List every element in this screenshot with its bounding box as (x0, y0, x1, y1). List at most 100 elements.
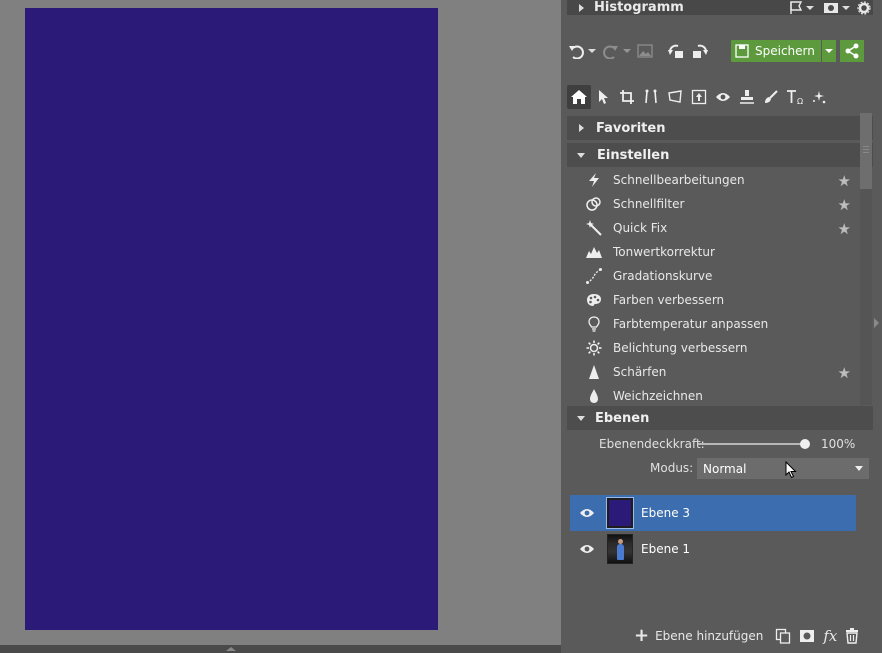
rotate-right-icon[interactable] (691, 43, 709, 59)
tool-bar: Ω (567, 84, 873, 110)
triangle-icon (584, 364, 604, 380)
adjust-item[interactable]: Quick Fix ★ (567, 216, 859, 240)
star-icon[interactable]: ★ (838, 364, 851, 382)
stamp-icon (740, 90, 754, 104)
home-tool[interactable] (567, 85, 591, 109)
save-button[interactable]: Speichern (731, 40, 821, 62)
sun-icon (584, 340, 604, 356)
adjust-item-label: Quick Fix (613, 221, 668, 235)
adjust-list: Schnellbearbeitungen ★ Schnellfilter ★ Quick… (567, 168, 859, 408)
star-icon[interactable]: ★ (838, 220, 851, 238)
save-dropdown-button[interactable] (821, 40, 836, 62)
resize-icon (691, 89, 707, 105)
adjust-item-label: Schnellbearbeitungen (613, 173, 745, 187)
layer-row-ebene-1[interactable]: Ebene 1 (570, 531, 856, 567)
share-button[interactable] (839, 40, 864, 62)
layer-thumbnail[interactable] (607, 534, 633, 564)
opacity-label: Ebenendeckkraft: (599, 437, 705, 451)
edit-toolbar: Speichern (567, 36, 873, 66)
opacity-value: 100% (821, 437, 856, 451)
chevron-down-icon (824, 49, 833, 53)
brush-tool[interactable] (759, 85, 783, 109)
plus-icon[interactable]: + (634, 627, 649, 645)
brush-icon (765, 90, 778, 103)
add-layer-button[interactable]: Ebene hinzufügen (655, 629, 763, 643)
slider-knob[interactable] (800, 439, 810, 449)
duplicate-layer-icon[interactable] (775, 628, 791, 644)
star-icon[interactable]: ★ (838, 172, 851, 190)
collapse-arrow-icon[interactable] (226, 647, 236, 651)
layers-panel: Ebenendeckkraft: 100% Modus: Normal Eben… (561, 429, 882, 653)
star-icon[interactable]: ★ (838, 196, 851, 214)
palette-icon (584, 293, 604, 307)
adjust-item[interactable]: Farben verbessern (567, 288, 859, 312)
perspective-tool[interactable] (663, 85, 687, 109)
adjust-scrollbar[interactable] (860, 113, 872, 405)
adjust-item-label: Belichtung verbessern (613, 341, 748, 355)
eye-icon[interactable] (579, 543, 595, 555)
perspective-icon (668, 90, 682, 103)
histogram-title: Histogramm (594, 0, 684, 15)
adjust-item[interactable]: Farbtemperatur anpassen (567, 312, 859, 336)
pointer-icon (599, 90, 608, 104)
adjust-item[interactable]: Belichtung verbessern (567, 336, 859, 360)
adjust-item[interactable]: Schnellbearbeitungen ★ (567, 168, 859, 192)
trash-icon[interactable] (845, 628, 859, 644)
text-icon: Ω (787, 90, 803, 105)
effects-tool[interactable] (807, 85, 831, 109)
floppy-icon (735, 44, 749, 58)
chevron-down-icon[interactable] (588, 49, 596, 53)
image-icon[interactable] (637, 44, 653, 58)
bulb-icon (584, 316, 604, 332)
favorites-header[interactable]: Favoriten (567, 116, 873, 140)
share-icon (845, 43, 859, 59)
straighten-tool[interactable] (639, 85, 663, 109)
redo-button[interactable] (602, 43, 631, 59)
histogram-header[interactable]: Histogramm (567, 0, 873, 15)
drop-icon (584, 388, 604, 404)
chevron-down-icon[interactable] (806, 5, 814, 10)
chevron-down-icon (855, 466, 863, 471)
layers-header[interactable]: Ebenen (567, 406, 873, 430)
layer-name: Ebene 1 (641, 542, 691, 556)
flag-icon[interactable] (789, 1, 803, 14)
camera-icon[interactable] (823, 2, 839, 14)
layer-mask-icon[interactable] (799, 629, 815, 643)
rotate-left-icon[interactable] (667, 43, 685, 59)
adjust-item[interactable]: Gradationskurve (567, 264, 859, 288)
text-tool[interactable]: Ω (783, 85, 807, 109)
fx-icon[interactable]: fx (823, 627, 837, 645)
stamp-tool[interactable] (735, 85, 759, 109)
chevron-down-icon[interactable] (842, 5, 850, 10)
bottom-strip (0, 645, 561, 653)
undo-button[interactable] (567, 43, 596, 59)
pointer-tool[interactable] (591, 85, 615, 109)
scrollbar-thumb[interactable] (860, 113, 872, 189)
adjust-item[interactable]: Schnellfilter ★ (567, 192, 859, 216)
eye-icon[interactable] (579, 507, 595, 519)
adjust-header[interactable]: Einstellen (567, 143, 873, 167)
adjust-item-label: Farben verbessern (613, 293, 725, 307)
resize-tool[interactable] (687, 85, 711, 109)
crop-tool[interactable] (615, 85, 639, 109)
adjust-item[interactable]: Tonwertkorrektur (567, 240, 859, 264)
expand-panel-arrow-icon[interactable] (874, 318, 879, 328)
canvas-area[interactable] (0, 0, 561, 653)
adjust-item[interactable]: Schärfen ★ (567, 360, 859, 384)
red-eye-tool[interactable] (711, 85, 735, 109)
canvas-image[interactable] (25, 8, 438, 630)
adjust-item-label: Schnellfilter (613, 197, 685, 211)
collapse-arrow-icon (577, 415, 585, 421)
chevron-down-icon[interactable] (623, 49, 631, 53)
adjust-item[interactable]: Weichzeichnen (567, 384, 859, 408)
expand-arrow-icon[interactable] (579, 3, 584, 12)
svg-text:Ω: Ω (797, 97, 803, 105)
layer-row-ebene-3[interactable]: Ebene 3 (570, 495, 856, 531)
layer-thumbnail[interactable] (606, 497, 634, 529)
opacity-slider[interactable] (698, 439, 810, 449)
gear-icon[interactable] (857, 0, 871, 15)
mode-label: Modus: (650, 461, 694, 475)
mode-select[interactable]: Normal (697, 458, 869, 479)
mode-value: Normal (703, 461, 747, 476)
adjust-item-label: Gradationskurve (613, 269, 713, 283)
